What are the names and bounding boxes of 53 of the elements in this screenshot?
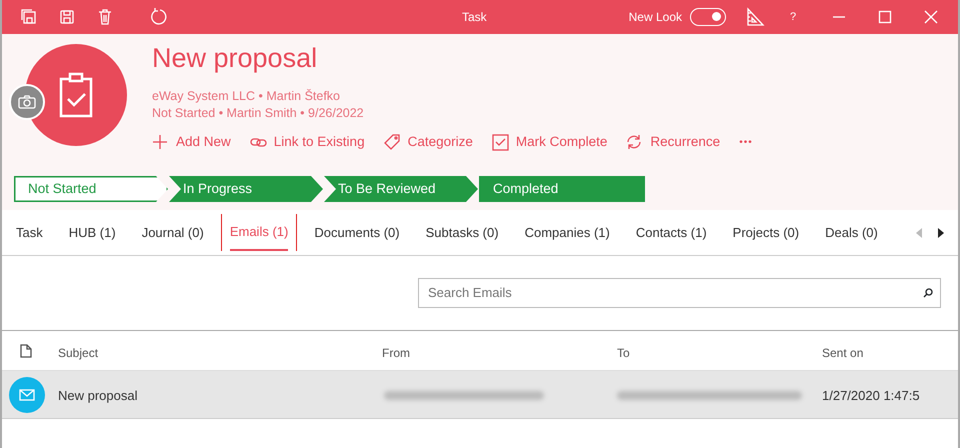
help-button[interactable]: ? bbox=[782, 6, 804, 28]
refresh-icon[interactable] bbox=[149, 7, 169, 27]
stage-step[interactable]: Completed bbox=[479, 176, 645, 202]
action-button[interactable]: Link to Existing bbox=[250, 132, 365, 153]
tag-icon bbox=[384, 134, 401, 152]
tab[interactable]: Documents (0) bbox=[306, 218, 408, 246]
stage-step[interactable]: To Be Reviewed bbox=[324, 176, 478, 202]
window-title: Task bbox=[460, 9, 488, 26]
checkbox-icon bbox=[492, 134, 509, 152]
email-icon bbox=[9, 377, 45, 413]
tab[interactable]: Subtasks (0) bbox=[418, 218, 507, 246]
new-look-label: New Look bbox=[628, 9, 682, 26]
search-icon bbox=[923, 288, 933, 298]
action-button[interactable]: Add New bbox=[152, 132, 231, 153]
table-cell-text: 1/27/2020 1:47:5 bbox=[822, 387, 920, 405]
scroll-right-icon[interactable] bbox=[937, 228, 945, 238]
column-header[interactable]: From bbox=[382, 344, 410, 362]
table-cell-text: New proposal bbox=[58, 387, 138, 405]
stage-step[interactable]: In Progress bbox=[169, 176, 323, 202]
column-header[interactable]: Subject bbox=[58, 344, 98, 362]
tab[interactable]: Projects (0) bbox=[724, 218, 808, 246]
document-icon bbox=[20, 344, 32, 358]
new-look-toggle[interactable] bbox=[690, 8, 726, 26]
tab[interactable]: Deals (0) bbox=[817, 218, 886, 246]
action-button[interactable]: Recurrence bbox=[626, 132, 720, 153]
table-row[interactable]: New proposal 1/27/2020 1:47:5 bbox=[2, 371, 958, 419]
maximize-icon[interactable] bbox=[878, 10, 892, 24]
tab[interactable]: Task bbox=[8, 218, 51, 246]
delete-icon[interactable] bbox=[96, 8, 114, 26]
camera-icon bbox=[18, 95, 36, 109]
more-button[interactable]: ••• bbox=[739, 135, 753, 150]
record-details: eWay System LLC • Martin Štefko bbox=[152, 88, 342, 106]
plus-icon bbox=[152, 134, 169, 152]
column-header[interactable]: To bbox=[617, 344, 630, 362]
action-button[interactable]: Categorize bbox=[384, 132, 473, 153]
recurrence-icon bbox=[626, 134, 644, 152]
save-all-icon bbox=[20, 8, 38, 26]
ruler-icon[interactable] bbox=[745, 7, 765, 27]
stage-step[interactable]: Not Started bbox=[14, 176, 168, 202]
tab[interactable]: Companies (1) bbox=[516, 218, 618, 246]
camera-button[interactable] bbox=[9, 84, 45, 120]
close-icon[interactable] bbox=[924, 10, 938, 24]
search-field[interactable]: Search Emails bbox=[418, 278, 941, 308]
column-header[interactable]: Sent on bbox=[822, 344, 864, 362]
search-input[interactable]: Search Emails bbox=[426, 282, 923, 304]
tab[interactable]: HUB (1) bbox=[60, 218, 124, 246]
save-icon[interactable] bbox=[58, 8, 76, 26]
record-title: New proposal bbox=[152, 42, 318, 74]
tab[interactable]: Journal (0) bbox=[134, 218, 212, 246]
record-details: Not Started • Martin Smith • 9/26/2022 bbox=[152, 105, 365, 122]
action-button[interactable]: Mark Complete bbox=[492, 132, 608, 153]
tab[interactable]: Emails (1) bbox=[222, 214, 296, 252]
tab[interactable]: Contacts (1) bbox=[628, 218, 715, 246]
